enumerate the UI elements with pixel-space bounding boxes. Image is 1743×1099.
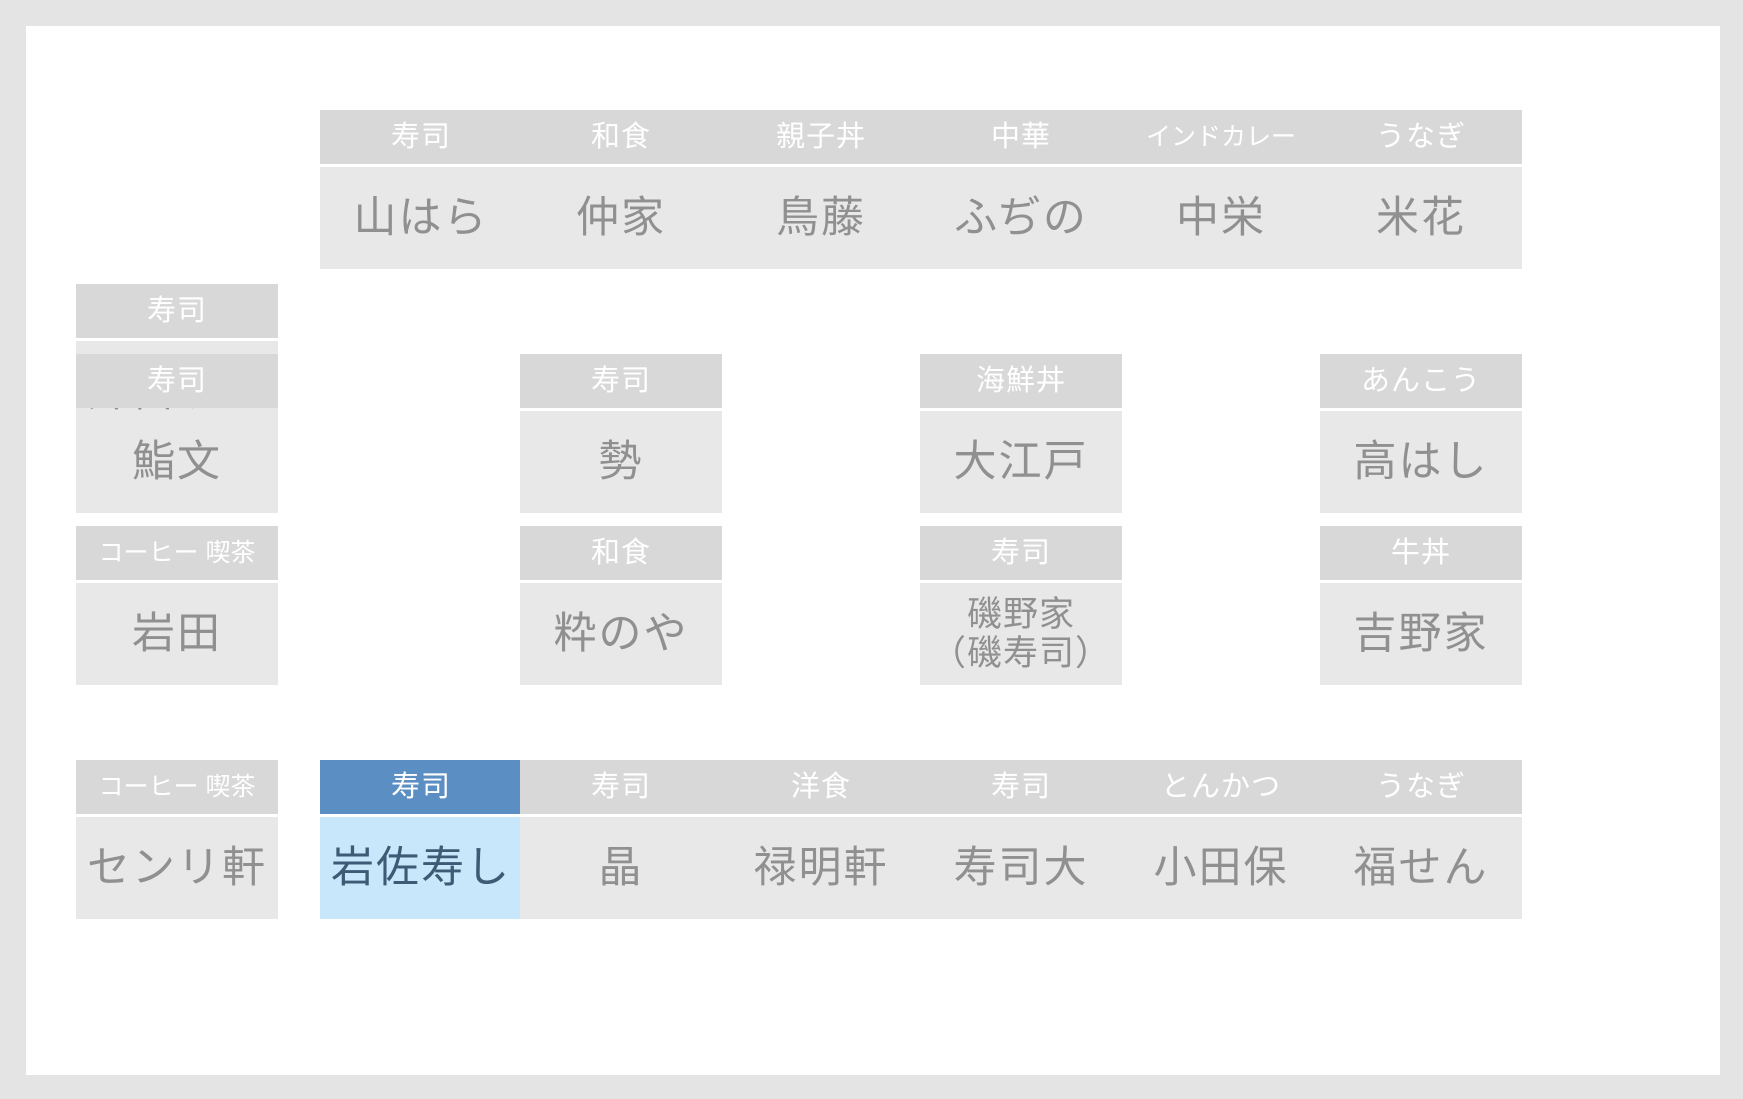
- card-genre-label: 寿司: [520, 354, 722, 408]
- card-restaurant-name: 鳥藤: [720, 167, 922, 269]
- card-restaurant-name: 粋のや: [520, 583, 722, 685]
- card-genre-label: とんかつ: [1120, 760, 1322, 814]
- card-genre-label: あんこう: [1320, 354, 1522, 408]
- card-genre-label: 海鮮丼: [920, 354, 1122, 408]
- card-restaurant-name: 鮨文: [76, 411, 278, 513]
- card-genre-label: インドカレー: [1120, 110, 1322, 164]
- card-restaurant-name: 勢: [520, 411, 722, 513]
- card-genre-label: 和食: [520, 526, 722, 580]
- card-genre-label: 寿司: [320, 110, 522, 164]
- card-restaurant-name: 寿司大: [920, 817, 1122, 919]
- card-genre-label: うなぎ: [1320, 760, 1522, 814]
- card-genre-label: 親子丼: [720, 110, 922, 164]
- card-genre-label: 寿司: [320, 760, 522, 814]
- card-genre-label: 寿司: [520, 760, 722, 814]
- card-restaurant-name: 磯野家 （磯寿司）: [920, 583, 1122, 685]
- restaurant-card[interactable]: うなぎ 米花: [1320, 110, 1522, 269]
- restaurant-card[interactable]: コーヒー 喫茶 センリ軒: [76, 760, 278, 919]
- restaurant-card[interactable]: とんかつ 小田保: [1120, 760, 1322, 919]
- card-genre-label: 寿司: [920, 526, 1122, 580]
- card-genre-label: 寿司: [920, 760, 1122, 814]
- restaurant-card-board: 寿司山はら和食仲家親子丼鳥藤中華ふぢのインドカレー中栄うなぎ米花寿司弁富すし寿司…: [26, 26, 1720, 1075]
- card-restaurant-name: 岩佐寿し: [320, 817, 522, 919]
- restaurant-card[interactable]: 寿司 寿司大: [920, 760, 1122, 919]
- card-restaurant-name: 大江戸: [920, 411, 1122, 513]
- card-restaurant-name: 仲家: [520, 167, 722, 269]
- restaurant-card[interactable]: 寿司勢: [520, 354, 722, 513]
- card-genre-label: コーヒー 喫茶: [76, 526, 278, 580]
- card-restaurant-name: 晶: [520, 817, 722, 919]
- card-restaurant-name: 吉野家: [1320, 583, 1522, 685]
- card-restaurant-name: 禄明軒: [720, 817, 922, 919]
- card-genre-label: 寿司: [76, 284, 278, 338]
- card-restaurant-name: ふぢの: [920, 167, 1122, 269]
- card-restaurant-name: 福せん: [1320, 817, 1522, 919]
- restaurant-card[interactable]: あんこう 高はし: [1320, 354, 1522, 513]
- restaurant-card[interactable]: 海鮮丼 大江戸: [920, 354, 1122, 513]
- restaurant-card[interactable]: インドカレー 中栄: [1120, 110, 1322, 269]
- restaurant-card[interactable]: コーヒー 喫茶 岩田: [76, 526, 278, 685]
- restaurant-card[interactable]: 和食 粋のや: [520, 526, 722, 685]
- restaurant-card[interactable]: 中華 ふぢの: [920, 110, 1122, 269]
- restaurant-card[interactable]: 和食 仲家: [520, 110, 722, 269]
- card-genre-label: 寿司: [76, 354, 278, 408]
- restaurant-card[interactable]: 寿司 磯野家 （磯寿司）: [920, 526, 1122, 685]
- card-genre-label: コーヒー 喫茶: [76, 760, 278, 814]
- card-restaurant-name: 中栄: [1120, 167, 1322, 269]
- card-restaurant-name: センリ軒: [76, 817, 278, 919]
- card-restaurant-name: 米花: [1320, 167, 1522, 269]
- card-genre-label: 中華: [920, 110, 1122, 164]
- card-genre-label: うなぎ: [1320, 110, 1522, 164]
- restaurant-card[interactable]: 寿司 岩佐寿し: [320, 760, 522, 919]
- card-restaurant-name: 高はし: [1320, 411, 1522, 513]
- restaurant-card[interactable]: 寿司 山はら: [320, 110, 522, 269]
- card-genre-label: 洋食: [720, 760, 922, 814]
- card-restaurant-name: 小田保: [1120, 817, 1322, 919]
- restaurant-card[interactable]: 洋食 禄明軒: [720, 760, 922, 919]
- restaurant-card[interactable]: 親子丼 鳥藤: [720, 110, 922, 269]
- card-grid: 寿司山はら和食仲家親子丼鳥藤中華ふぢのインドカレー中栄うなぎ米花寿司弁富すし寿司…: [26, 26, 1720, 1075]
- restaurant-card[interactable]: 牛丼 吉野家: [1320, 526, 1522, 685]
- card-genre-label: 牛丼: [1320, 526, 1522, 580]
- restaurant-card[interactable]: うなぎ 福せん: [1320, 760, 1522, 919]
- restaurant-card[interactable]: 寿司晶: [520, 760, 722, 919]
- restaurant-card[interactable]: 寿司 鮨文: [76, 354, 278, 513]
- card-restaurant-name: 岩田: [76, 583, 278, 685]
- card-genre-label: 和食: [520, 110, 722, 164]
- card-restaurant-name: 山はら: [320, 167, 522, 269]
